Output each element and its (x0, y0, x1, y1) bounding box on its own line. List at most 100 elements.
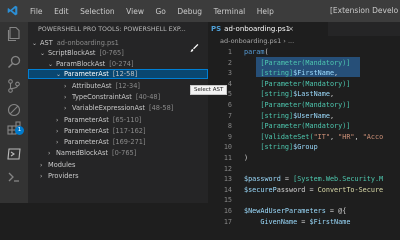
tree-item[interactable]: ⌄ AST ad-onboarding.ps1 (28, 38, 212, 48)
code-line[interactable]: param( (244, 47, 269, 57)
tree-item[interactable]: › Modules (28, 160, 208, 170)
code-line[interactable]: [Parameter(Mandatory)] (244, 100, 350, 110)
tree-item[interactable]: › AttributeAst [12-34] (28, 81, 208, 91)
tree-item[interactable]: › ParameterAst [117-162] (28, 126, 208, 136)
tab-label: ad-onboarding.ps1 (224, 25, 291, 33)
tree-item-range: [169-271] (112, 138, 146, 146)
activity-bar: 1 (0, 22, 28, 203)
chevron-right-icon: › (64, 94, 67, 101)
search-icon[interactable] (6, 54, 22, 70)
line-number: 3 (227, 69, 232, 78)
chevron-down-icon: ⌄ (56, 71, 62, 78)
title-bar: File Edit Selection View Go Debug Termin… (0, 0, 400, 22)
chevron-right-icon: › (56, 128, 59, 135)
source-control-icon[interactable] (6, 78, 22, 94)
chevron-right-icon: › (48, 150, 51, 157)
menu-edit[interactable]: Edit (54, 7, 69, 16)
breadcrumb-text[interactable]: ad-onboarding.ps1 › ... (220, 37, 294, 45)
line-number: 13 (223, 175, 232, 184)
vscode-logo-icon (7, 5, 18, 16)
line-number: 1 (227, 48, 232, 56)
tree-item[interactable]: › TypeConstraintAst [40-48] (28, 92, 208, 102)
tree-item-name: ParameterAst (64, 116, 109, 124)
tree-item-name: NamedBlockAst (56, 149, 109, 157)
tree-item[interactable]: ⌄ ScriptBlockAst [0-765] (28, 48, 208, 58)
tree-item[interactable]: › Providers (28, 171, 208, 181)
sidebar-title: POWERSHELL PRO TOOLS: POWERSHELL EXP... (38, 26, 186, 33)
breadcrumb: ad-onboarding.ps1 › ... (208, 36, 400, 47)
code-line[interactable]: $securePassword = ConvertTo-Secure (244, 185, 383, 195)
tab-ad-onboarding[interactable]: PS ad-onboarding.ps1 × (208, 22, 328, 36)
line-number: 8 (227, 122, 232, 131)
line-number: 17 (223, 217, 232, 226)
tree-item[interactable]: ⌄ ParamBlockAst [0-274] (28, 59, 208, 69)
line-number: 10 (223, 143, 232, 152)
code-line[interactable]: $password = [System.Web.Security.M (244, 174, 383, 184)
code-line[interactable]: [Parameter(Mandatory)] (244, 121, 350, 131)
menu-terminal[interactable]: Terminal (214, 7, 246, 16)
tree-item[interactable]: › ParameterAst [65-110] (28, 115, 208, 125)
tree-item-range: [12-34] (115, 82, 140, 90)
powershell-file-icon: PS (211, 25, 222, 33)
chevron-right-icon: › (56, 139, 59, 146)
tree-item-range: [117-162] (112, 127, 146, 135)
tree-item-range: [65-110] (112, 116, 142, 124)
tree-item-name: AST (40, 39, 53, 47)
menu-help[interactable]: Help (257, 7, 274, 16)
tree-item-name: AttributeAst (72, 82, 112, 90)
debug-icon[interactable] (6, 102, 22, 118)
tree-item-name: Modules (48, 161, 76, 169)
line-number: 4 (227, 79, 232, 88)
menu-view[interactable]: View (126, 7, 144, 16)
chevron-right-icon: › (64, 105, 67, 112)
tree-item[interactable]: › VariableExpressionAst [48-58] (28, 103, 208, 113)
line-number: 6 (227, 101, 232, 109)
close-icon[interactable]: × (288, 22, 294, 36)
line-number: 9 (227, 132, 232, 141)
tree-item-range: [40-48] (135, 93, 161, 101)
tree-item-name: ScriptBlockAst (48, 49, 96, 57)
code-line[interactable]: ) (244, 153, 248, 163)
tree-item-range: [12-58] (112, 70, 138, 78)
code-line[interactable]: GivenName = $FirstName (244, 217, 350, 227)
menu-file[interactable]: File (30, 7, 43, 16)
ast-explorer-sidebar: POWERSHELL PRO TOOLS: POWERSHELL EXP... … (28, 22, 208, 203)
extensions-badge: 1 (15, 126, 24, 135)
code-editor[interactable]: 1 param( 2 [Parameter(Mandatory)] 3 [string… (208, 47, 400, 226)
code-line[interactable]: [ValidateSet("IT", "HR", "Acco (244, 132, 383, 142)
line-number: 2 (227, 58, 232, 67)
explorer-icon[interactable] (6, 26, 22, 42)
menu-selection[interactable]: Selection (80, 7, 115, 16)
tree-item-name: ParameterAst (64, 138, 109, 146)
tree-item-name: ParameterAst (64, 70, 109, 78)
tree-item-range: [0-765] (99, 49, 124, 57)
line-number: 14 (223, 185, 232, 194)
tree-item-range: [0-274] (109, 60, 134, 68)
code-line[interactable]: [string]$LastName, (244, 89, 334, 99)
menu-debug[interactable]: Debug (177, 7, 202, 16)
line-number: 12 (223, 164, 232, 173)
code-line[interactable]: [Parameter(Mandatory)] (244, 58, 350, 68)
terminal-icon[interactable] (6, 169, 22, 185)
menu-go[interactable]: Go (155, 7, 165, 16)
line-number: 5 (227, 90, 232, 99)
line-number: 7 (227, 111, 232, 120)
chevron-down-icon: ⌄ (40, 50, 46, 57)
line-number: 15 (223, 196, 232, 205)
chevron-right-icon: › (40, 173, 43, 180)
chevron-right-icon: › (40, 162, 43, 169)
tree-item-selected[interactable]: ⌄ ParameterAst [12-58] (28, 69, 208, 79)
tree-item[interactable]: › ParameterAst [169-271] (28, 137, 208, 147)
powershell-icon[interactable] (6, 146, 22, 162)
tree-item-name: Providers (48, 172, 79, 180)
code-line[interactable]: [Parameter(Mandatory)] (244, 79, 350, 89)
code-line[interactable]: [string]$UserName, (244, 111, 334, 121)
select-ast-brush-icon[interactable] (189, 43, 199, 53)
code-line[interactable]: [string]$FirstName, (244, 68, 338, 78)
line-number: 16 (223, 207, 232, 215)
window-title: [Extension Develo (330, 6, 399, 15)
line-number: 11 (223, 154, 232, 162)
code-line[interactable]: [string]$Group (244, 142, 317, 152)
code-line[interactable]: $NewAdUserParameters = @{ (244, 206, 346, 216)
tree-item[interactable]: › NamedBlockAst [0-765] (28, 148, 208, 158)
